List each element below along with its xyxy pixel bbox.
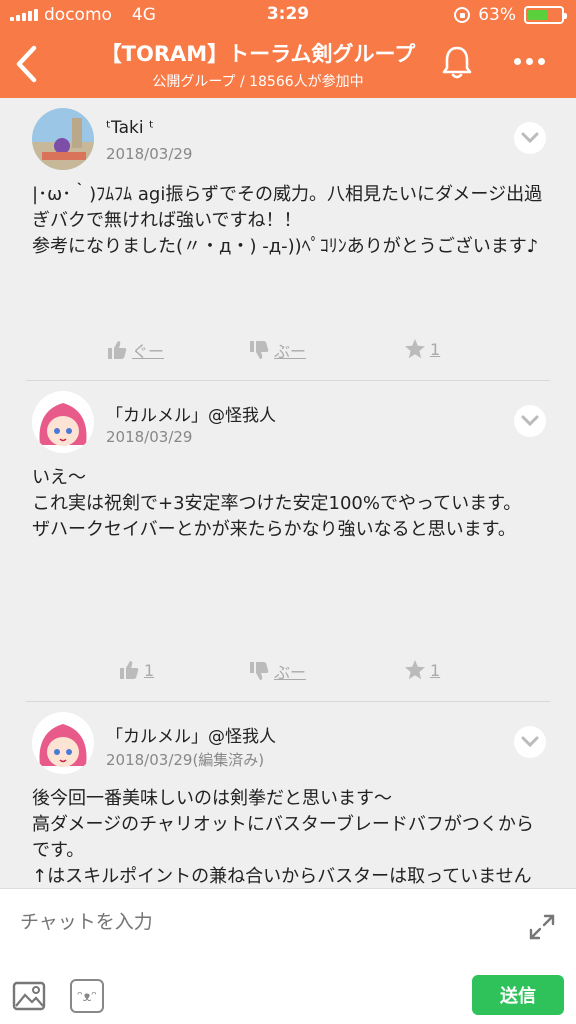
image-attach-button[interactable] — [12, 981, 46, 1011]
author-name[interactable]: ᵗTaki ᵗ — [106, 118, 154, 138]
thumbs-down-icon — [250, 341, 269, 359]
more-dots-icon — [514, 58, 521, 65]
author-name[interactable]: 「カルメル」@怪我人 — [106, 722, 276, 747]
star-button[interactable]: 1 — [404, 338, 440, 360]
message-item: 「カルメル」@怪我人 2018/03/29(編集済み) 後今回一番美味しいのは剣… — [26, 702, 550, 888]
more-menu-button[interactable] — [514, 58, 545, 65]
author-name[interactable]: 「カルメル」@怪我人 — [106, 401, 276, 426]
nav-bar: 【TORAM】トーラム剣グループ 公開グループ / 18566人が参加中 — [0, 30, 576, 98]
chevron-down-icon — [521, 415, 539, 427]
notification-bell-button[interactable] — [440, 44, 474, 80]
sticker-button[interactable]: ᵔᴥᵔ — [70, 979, 104, 1013]
like-button[interactable]: ぐー — [106, 338, 164, 362]
star-count: 1 — [430, 660, 441, 680]
message-options-button[interactable] — [514, 726, 546, 758]
message-text: 後今回一番美味しいのは剣拳だと思います〜 高ダメージのチャリオットにバスターブレ… — [32, 788, 534, 887]
star-icon — [405, 660, 425, 680]
expand-icon — [529, 914, 555, 940]
message-item: ᵗTaki ᵗ 2018/03/29 |･ω･｀)ﾌﾑﾌﾑ agi振らずでその威… — [26, 98, 550, 381]
expand-input-button[interactable] — [528, 913, 556, 941]
dislike-button[interactable]: ぶー — [248, 659, 306, 683]
avatar[interactable] — [32, 108, 94, 170]
thumbs-down-icon — [250, 662, 269, 680]
chevron-left-icon — [16, 45, 37, 83]
star-icon — [405, 339, 425, 359]
chat-input[interactable] — [20, 907, 500, 937]
message-item: 「カルメル」@怪我人 2018/03/29 いえ〜 これ実は祝剣で+3安定率つけ… — [26, 381, 550, 702]
avatar[interactable] — [32, 712, 94, 774]
like-count: 1 — [144, 660, 155, 680]
group-title[interactable]: 【TORAM】トーラム剣グループ — [70, 38, 446, 68]
app-header: docomo 4G 3:29 63% 【TORAM】トーラム剣グループ 公開グル… — [0, 0, 576, 98]
image-icon — [12, 981, 46, 1011]
back-button[interactable] — [12, 44, 42, 84]
chevron-down-icon — [521, 132, 539, 144]
star-button[interactable]: 1 — [404, 659, 440, 681]
dislike-count: ぶー — [274, 342, 307, 361]
send-button[interactable]: 送信 — [472, 975, 564, 1015]
status-bar: docomo 4G 3:29 63% — [0, 0, 576, 30]
dislike-button[interactable]: ぶー — [248, 338, 306, 362]
message-text: いえ〜 これ実は祝剣で+3安定率つけた安定100%でやっています。 ザハークセイ… — [32, 467, 522, 540]
composer: ᵔᴥᵔ 送信 — [0, 888, 576, 1024]
bell-icon — [442, 46, 472, 79]
message-date: 2018/03/29 — [106, 145, 193, 163]
avatar[interactable] — [32, 391, 94, 453]
emoji-face-icon: ᵔᴥᵔ — [76, 988, 98, 1005]
battery-percent: 63% — [478, 5, 516, 25]
message-date: 2018/03/29(編集済み) — [106, 751, 265, 769]
rotation-lock-icon — [454, 7, 471, 23]
thumbs-up-icon — [108, 341, 127, 359]
chevron-down-icon — [521, 736, 539, 748]
thumbs-up-icon — [120, 661, 139, 679]
star-count: 1 — [430, 339, 441, 359]
message-date: 2018/03/29 — [106, 428, 193, 446]
like-button[interactable]: 1 — [118, 659, 154, 681]
battery-icon — [524, 6, 567, 24]
message-options-button[interactable] — [514, 405, 546, 437]
message-text: |･ω･｀)ﾌﾑﾌﾑ agi振らずでその威力。八相見たいにダメージ出過ぎバクで無… — [32, 184, 543, 257]
group-subtitle: 公開グループ / 18566人が参加中 — [152, 74, 364, 90]
like-count: ぐー — [132, 342, 165, 361]
message-feed[interactable]: ᵗTaki ᵗ 2018/03/29 |･ω･｀)ﾌﾑﾌﾑ agi振らずでその威… — [0, 98, 576, 888]
message-options-button[interactable] — [514, 122, 546, 154]
dislike-count: ぶー — [274, 663, 307, 682]
